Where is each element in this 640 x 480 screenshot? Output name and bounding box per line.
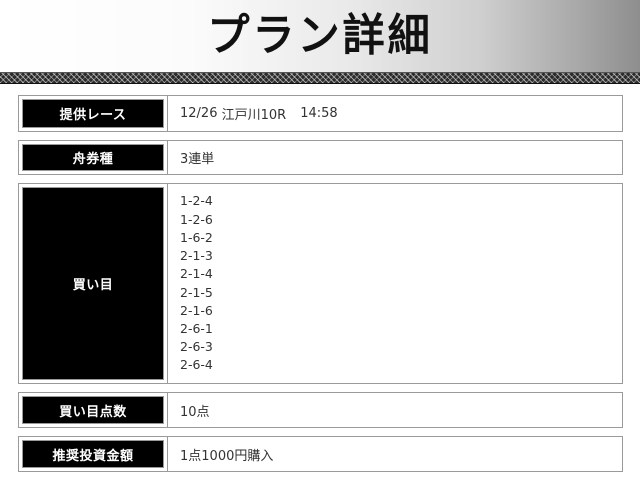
points-value-cell: 10点 <box>167 393 622 427</box>
race-value-cell: 12/26 江戸川10R 14:58 <box>167 96 622 131</box>
amount-label-cell: 推奨投資金額 <box>19 437 167 471</box>
race-venue: 江戸川10R <box>221 108 287 123</box>
combination-item: 2-1-4 <box>180 266 213 282</box>
combinations-label: 買い目 <box>72 278 114 293</box>
combination-item: 2-6-1 <box>180 320 213 336</box>
points-value: 10点 <box>180 404 210 420</box>
race-label: 提供レース <box>59 108 127 123</box>
bet-type-value-cell: 3連単 <box>167 141 622 174</box>
bet-type-label: 舟券種 <box>72 152 114 167</box>
race-label-cell: 提供レース <box>19 96 167 131</box>
combination-item: 2-6-3 <box>180 339 213 355</box>
combination-item: 1-2-6 <box>180 211 213 227</box>
page-header: プラン詳細 <box>0 0 640 72</box>
combination-item: 1-6-2 <box>180 229 213 245</box>
detail-row-amount: 推奨投資金額 1点1000円購入 <box>18 436 623 472</box>
combination-item: 2-1-6 <box>180 302 213 318</box>
combinations-value-cell: 1-2-4 1-2-6 1-6-2 2-1-3 2-1-4 2-1-5 2-1-… <box>167 184 622 383</box>
combination-item: 2-6-4 <box>180 357 213 373</box>
amount-label: 推奨投資金額 <box>52 448 134 464</box>
combinations-label-cell: 買い目 <box>19 184 167 383</box>
page-title: プラン詳細 <box>207 10 433 61</box>
decorative-pattern-band <box>0 72 640 84</box>
detail-row-race: 提供レース 12/26 江戸川10R 14:58 <box>18 95 623 132</box>
amount-value-cell: 1点1000円購入 <box>167 437 622 471</box>
combination-item: 2-1-5 <box>180 284 213 300</box>
bet-type-value: 3連単 <box>180 152 215 167</box>
detail-row-points: 買い目点数 10点 <box>18 392 623 428</box>
detail-row-bet-type: 舟券種 3連単 <box>18 140 623 175</box>
plan-detail-table: 提供レース 12/26 江戸川10R 14:58 舟券種 3連単 買い目 1-2-… <box>18 95 623 480</box>
points-label-cell: 買い目点数 <box>19 393 167 427</box>
race-time: 14:58 <box>300 106 338 121</box>
combination-item: 2-1-3 <box>180 248 213 264</box>
detail-row-combinations: 買い目 1-2-4 1-2-6 1-6-2 2-1-3 2-1-4 2-1-5 … <box>18 183 623 384</box>
bet-type-label-cell: 舟券種 <box>19 141 167 174</box>
points-label: 買い目点数 <box>59 404 127 420</box>
combination-item: 1-2-4 <box>180 193 213 209</box>
race-date: 12/26 <box>180 106 218 121</box>
combination-list: 1-2-4 1-2-6 1-6-2 2-1-3 2-1-4 2-1-5 2-1-… <box>180 192 213 374</box>
amount-value: 1点1000円購入 <box>180 448 274 464</box>
